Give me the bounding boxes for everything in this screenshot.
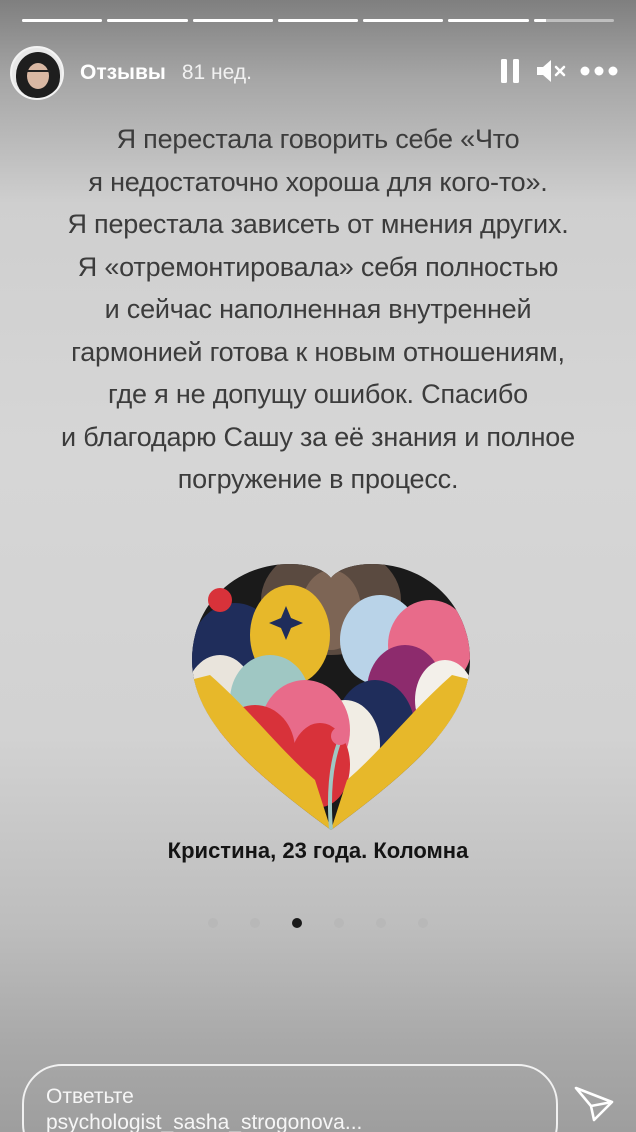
- review-text: Я перестала говорить себе «Что я недоста…: [20, 118, 616, 501]
- carousel-dot[interactable]: [334, 918, 344, 928]
- review-line: я недостаточно хороша для кого-то».: [88, 166, 548, 197]
- progress-segment: [533, 19, 614, 22]
- carousel-dots: [0, 918, 636, 928]
- heart-hands-illustration: [190, 560, 472, 838]
- carousel-dot[interactable]: [292, 918, 302, 928]
- story-time: 81 нед.: [181, 61, 252, 84]
- avatar[interactable]: [10, 46, 64, 100]
- review-line: Я перестала говорить себе «Что: [116, 124, 520, 154]
- send-icon[interactable]: [572, 1082, 616, 1126]
- reply-input[interactable]: Ответьте psychologist_sasha_strogonova..…: [22, 1064, 558, 1132]
- story-progress-bar: [22, 19, 614, 23]
- speaker-muted-icon[interactable]: [534, 57, 568, 90]
- carousel-dot[interactable]: [418, 918, 428, 928]
- reply-placeholder-line1: Ответьте: [46, 1085, 134, 1108]
- carousel-dot[interactable]: [208, 918, 218, 928]
- review-line: где я не допущу ошибок. Спасибо: [108, 379, 528, 409]
- progress-segment: [192, 19, 273, 22]
- story-header: Отзывы 81 нед.: [10, 44, 618, 102]
- review-author: Кристина, 23 года. Коломна: [167, 838, 469, 863]
- review-line: Я «отремонтировала» себя полностью: [77, 251, 559, 282]
- reply-placeholder-line2: psychologist_sasha_strogonova...: [46, 1111, 363, 1132]
- review-line: и благодарю Сашу за её знания и полное: [61, 421, 575, 452]
- review-line: гармонией готова к новым отношениям,: [71, 336, 565, 367]
- progress-segment: [22, 19, 103, 22]
- progress-segment: [363, 19, 444, 22]
- more-dots-icon[interactable]: [580, 64, 618, 82]
- account-name[interactable]: Отзывы: [80, 61, 166, 85]
- carousel-dot[interactable]: [376, 918, 386, 928]
- review-line: и сейчас наполненная внутренней: [104, 294, 532, 324]
- review-line: Я перестала зависеть от мнения других.: [67, 209, 569, 239]
- pause-icon[interactable]: [498, 57, 522, 90]
- progress-segment: [107, 19, 188, 22]
- story-view[interactable]: Отзывы 81 нед. Я перестала говорить себе…: [0, 0, 636, 1132]
- review-line: погружение в процесс.: [177, 464, 459, 494]
- progress-segment: [448, 19, 529, 22]
- carousel-dot[interactable]: [250, 918, 260, 928]
- progress-segment: [277, 19, 359, 22]
